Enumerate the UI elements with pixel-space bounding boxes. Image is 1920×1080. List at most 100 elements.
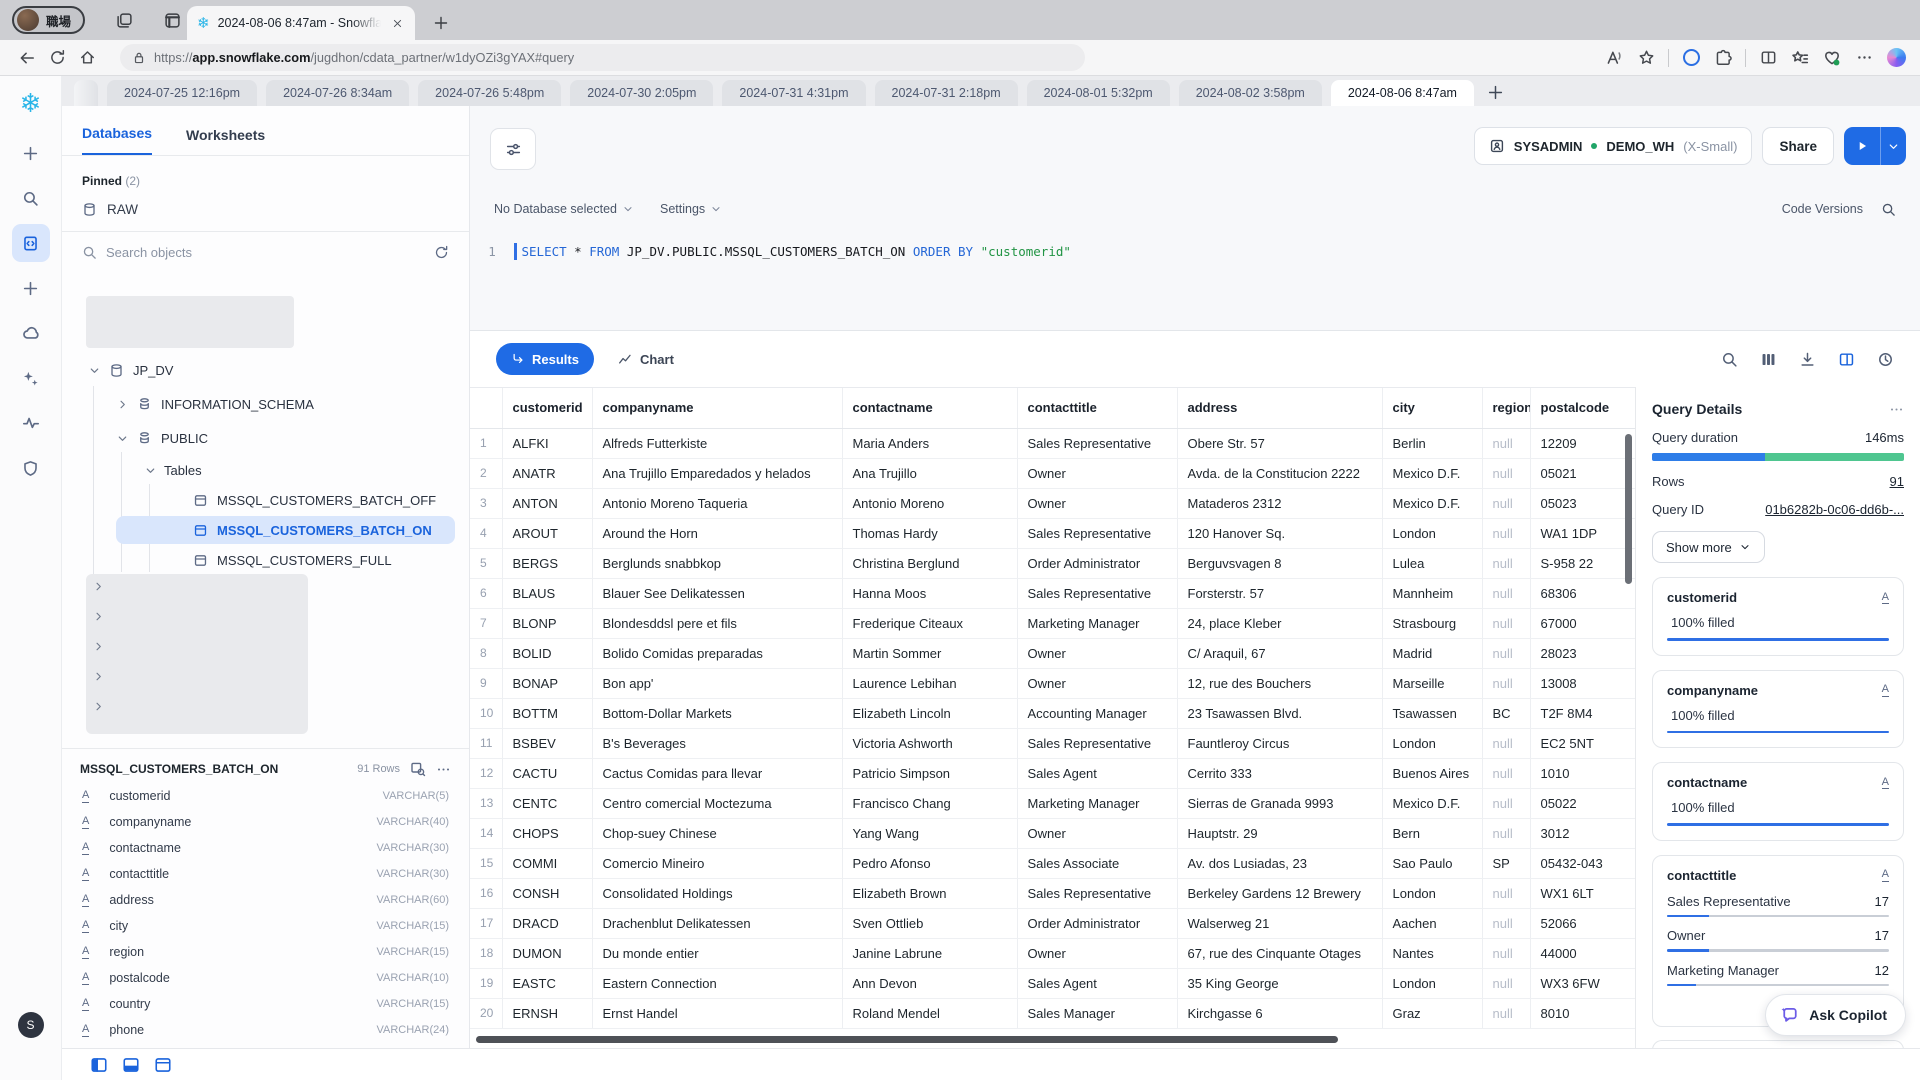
vertical-scrollbar[interactable] <box>1625 434 1632 584</box>
download-icon[interactable] <box>1799 351 1816 368</box>
copilot-icon[interactable] <box>1882 44 1910 72</box>
schema-column-row[interactable]: AcompanynameVARCHAR(40) <box>62 809 469 835</box>
settings-more-icon[interactable] <box>1850 44 1878 72</box>
row-number-header[interactable] <box>470 388 502 428</box>
onepassword-icon[interactable] <box>1677 44 1705 72</box>
vertical-tabs-icon[interactable] <box>107 3 141 37</box>
share-button[interactable]: Share <box>1762 127 1834 165</box>
chart-tab[interactable]: Chart <box>618 352 674 367</box>
worksheet-tab[interactable]: 2024-07-31 2:18pm <box>875 80 1018 106</box>
worksheet-tab[interactable]: 2024-08-01 5:32pm <box>1027 80 1170 106</box>
worksheet-tab[interactable]: 2024-07-30 2:05pm <box>570 80 713 106</box>
snowflake-logo-icon[interactable]: ❄ <box>12 84 50 122</box>
run-options-chevron-icon[interactable] <box>1881 127 1906 165</box>
tree-item-information_schema[interactable]: INFORMATION_SCHEMA <box>62 390 469 418</box>
worksheet-settings-icon[interactable] <box>490 128 536 170</box>
extension-icon[interactable] <box>1709 44 1737 72</box>
databases-icon[interactable] <box>12 269 50 307</box>
column-header-postalcode[interactable]: postalcode <box>1530 388 1635 428</box>
new-tab-icon[interactable] <box>428 10 454 36</box>
table-row[interactable]: 3ANTONAntonio Moreno TaqueriaAntonio Mor… <box>470 488 1635 518</box>
tree-item-tables[interactable]: Tables <box>62 456 469 484</box>
settings-menu[interactable]: Settings <box>660 202 722 216</box>
schema-column-row[interactable]: AregionVARCHAR(15) <box>62 939 469 965</box>
tab-databases[interactable]: Databases <box>82 125 152 155</box>
home-icon[interactable] <box>72 43 102 73</box>
chevron-down-icon[interactable] <box>86 362 102 378</box>
schema-column-row[interactable]: ApostalcodeVARCHAR(10) <box>62 965 469 991</box>
search-results-icon[interactable] <box>1721 351 1738 368</box>
table-row[interactable]: 5BERGSBerglunds snabbkopChristina Berglu… <box>470 548 1635 578</box>
pinned-item-raw[interactable]: RAW <box>62 194 469 232</box>
column-header-companyname[interactable]: companyname <box>592 388 842 428</box>
table-row[interactable]: 10BOTTMBottom-Dollar MarketsElizabeth Li… <box>470 698 1635 728</box>
sparkles-icon[interactable] <box>12 359 50 397</box>
table-row[interactable]: 11BSBEVB's BeveragesVictoria AshworthSal… <box>470 728 1635 758</box>
query-history-icon[interactable] <box>1877 351 1894 368</box>
toggle-bottom-panel-icon[interactable] <box>122 1056 140 1074</box>
worksheets-icon[interactable] <box>12 224 50 262</box>
search-icon[interactable] <box>12 179 50 217</box>
code-versions-link[interactable]: Code Versions <box>1782 202 1863 216</box>
schema-column-row[interactable]: AcountryVARCHAR(15) <box>62 991 469 1017</box>
chevron-right-icon[interactable] <box>90 608 106 624</box>
table-row[interactable]: 9BONAPBon app'Laurence LebihanOwner12, r… <box>470 668 1635 698</box>
worksheet-tab[interactable]: 2024-07-26 5:48pm <box>418 80 561 106</box>
tree-item-mssql_customers_full[interactable]: MSSQL_CUSTOMERS_FULL <box>62 546 469 574</box>
read-aloud-icon[interactable] <box>1600 44 1628 72</box>
column-header-customerid[interactable]: customerid <box>502 388 592 428</box>
rows-count-link[interactable]: 91 <box>1890 474 1904 489</box>
column-stat-card-contactname[interactable]: contactnameA100% filled <box>1652 762 1904 841</box>
role-warehouse-selector[interactable]: SYSADMIN DEMO_WH (X-Small) <box>1474 127 1753 165</box>
table-row[interactable]: 1ALFKIAlfreds FutterkisteMaria AndersSal… <box>470 428 1635 458</box>
schema-column-row[interactable]: AcontactnameVARCHAR(30) <box>62 835 469 861</box>
plus-icon[interactable] <box>12 134 50 172</box>
shield-icon[interactable] <box>12 449 50 487</box>
url-field[interactable]: https://app.snowflake.com/jugdhon/cdata_… <box>120 44 1085 71</box>
table-row[interactable]: 12CACTUCactus Comidas para llevarPatrici… <box>470 758 1635 788</box>
table-row[interactable]: 16CONSHConsolidated HoldingsElizabeth Br… <box>470 878 1635 908</box>
table-row[interactable]: 19EASTCEastern ConnectionAnn DevonSales … <box>470 968 1635 998</box>
site-permissions-icon[interactable] <box>132 51 146 65</box>
chevron-right-icon[interactable] <box>90 698 106 714</box>
new-worksheet-icon[interactable] <box>1483 79 1509 105</box>
toggle-left-panel-icon[interactable] <box>90 1056 108 1074</box>
tree-item-mssql_customers_batch_on[interactable]: MSSQL_CUSTOMERS_BATCH_ON <box>62 516 469 544</box>
table-row[interactable]: 17DRACDDrachenblut DelikatessenSven Ottl… <box>470 908 1635 938</box>
back-icon[interactable] <box>12 43 42 73</box>
schema-column-row[interactable]: AphoneVARCHAR(24) <box>62 1017 469 1043</box>
table-row[interactable]: 15COMMIComercio MineiroPedro AfonsoSales… <box>470 848 1635 878</box>
table-row[interactable]: 4AROUTAround the HornThomas HardySales R… <box>470 518 1635 548</box>
table-row[interactable]: 8BOLIDBolido Comidas preparadasMartin So… <box>470 638 1635 668</box>
stat-value-row[interactable]: Marketing Manager12 <box>1667 963 1889 987</box>
worksheet-tab[interactable]: 2024-07-25 12:16pm <box>107 80 257 106</box>
chevron-right-icon[interactable] <box>90 578 106 594</box>
favorite-star-icon[interactable] <box>1632 44 1660 72</box>
activity-icon[interactable] <box>12 404 50 442</box>
column-header-city[interactable]: city <box>1382 388 1482 428</box>
column-header-region[interactable]: region <box>1482 388 1530 428</box>
column-stat-card-companyname[interactable]: companynameA100% filled <box>1652 670 1904 749</box>
tree-item-public[interactable]: PUBLIC <box>62 424 469 452</box>
play-icon[interactable] <box>1844 127 1881 165</box>
worksheet-tab[interactable]: 2024-07-31 4:31pm <box>722 80 865 106</box>
favorites-bar-icon[interactable] <box>1786 44 1814 72</box>
chevron-right-icon[interactable] <box>90 668 106 684</box>
table-row[interactable]: 18DUMONDu monde entierJanine LabruneOwne… <box>470 938 1635 968</box>
refresh-objects-icon[interactable] <box>434 245 449 260</box>
run-button[interactable] <box>1844 127 1906 165</box>
worksheet-tab[interactable]: 2024-08-06 8:47am <box>1331 80 1474 106</box>
table-menu-icon[interactable] <box>436 762 451 777</box>
worksheet-tab[interactable]: 2024-07-26 8:34am <box>266 80 409 106</box>
show-more-button[interactable]: Show more <box>1652 531 1765 563</box>
chevron-right-icon[interactable] <box>90 638 106 654</box>
tree-item-mssql_customers_batch_off[interactable]: MSSQL_CUSTOMERS_BATCH_OFF <box>62 486 469 514</box>
worksheet-tab[interactable]: 2024-08-02 3:58pm <box>1179 80 1322 106</box>
browser-tab[interactable]: ❄ 2024-08-06 8:47am - Snowfla <box>187 6 415 40</box>
chevron-right-icon[interactable] <box>114 396 130 412</box>
cloud-icon[interactable] <box>12 314 50 352</box>
object-search[interactable]: Search objects <box>62 232 469 264</box>
table-row[interactable]: 7BLONPBlondesddsl pere et filsFrederique… <box>470 608 1635 638</box>
stat-value-row[interactable]: Sales Representative17 <box>1667 894 1889 918</box>
column-header-contactname[interactable]: contactname <box>842 388 1017 428</box>
